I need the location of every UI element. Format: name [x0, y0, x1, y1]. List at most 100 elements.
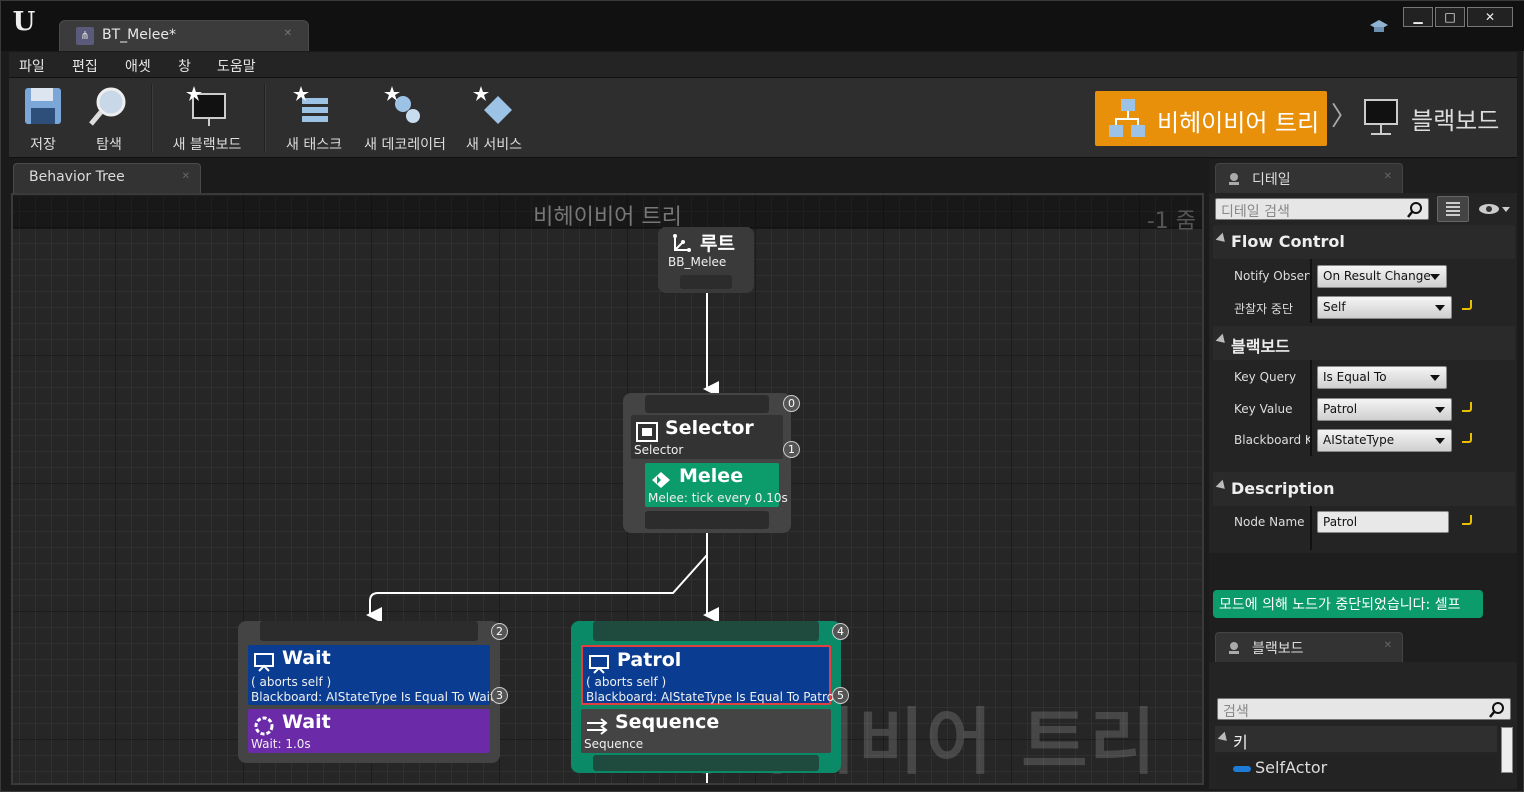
menu-edit[interactable]: 편집	[72, 56, 98, 76]
selector-output-pin[interactable]	[645, 511, 769, 529]
blackboard-key-row[interactable]: SelfActor	[1215, 755, 1497, 783]
patrol-decorator-aborts: ( aborts self )	[586, 675, 667, 689]
new-task-icon	[292, 84, 336, 128]
wait-decorator-title: Wait	[282, 647, 331, 669]
observer-aborts-dropdown[interactable]: Self	[1317, 296, 1452, 319]
mode-behavior-tree-button[interactable]: 비헤이비어 트리	[1095, 91, 1327, 146]
selector-node[interactable]: Selector Selector Melee Melee: tick ever…	[623, 393, 791, 533]
behavior-tree-mode-icon	[1107, 97, 1147, 141]
blackboard-search-input[interactable]: 검색	[1217, 698, 1511, 720]
mode-blackboard-label[interactable]: 블랙보드	[1411, 101, 1499, 136]
key-query-dropdown[interactable]: Is Equal To	[1317, 366, 1447, 389]
selector-input-pin[interactable]	[645, 395, 769, 413]
menu-window[interactable]: 창	[178, 56, 191, 76]
details-search-input[interactable]: 디테일 검색	[1215, 198, 1429, 220]
wait-decorator-card[interactable]: Wait ( aborts self ) Blackboard: AIState…	[248, 645, 495, 705]
notify-observer-label: Notify Observ	[1234, 269, 1310, 283]
maximize-button[interactable]: □	[1435, 7, 1465, 27]
melee-service-card[interactable]: Melee Melee: tick every 0.10s	[645, 463, 788, 507]
keys-header-row[interactable]: 키	[1215, 726, 1497, 752]
column-divider[interactable]	[1310, 506, 1312, 550]
save-button[interactable]: 저장	[17, 84, 69, 154]
close-tab-icon[interactable]: ✕	[284, 28, 292, 39]
close-tab-icon[interactable]: ✕	[1384, 640, 1392, 651]
blackboard-mode-icon[interactable]	[1359, 96, 1403, 136]
reset-to-default-icon[interactable]	[1462, 433, 1472, 443]
browse-button[interactable]: 탐색	[83, 84, 135, 154]
description-category[interactable]: Description	[1213, 472, 1515, 506]
blackboard-key-dropdown[interactable]: AIStateType	[1317, 429, 1452, 452]
menu-file[interactable]: 파일	[19, 56, 45, 76]
blackboard-tab-label: 블랙보드	[1252, 641, 1304, 657]
new-blackboard-icon	[185, 84, 229, 128]
wait-task-title: Wait	[282, 711, 331, 733]
wait-index-badge: 2	[491, 623, 508, 640]
column-divider[interactable]	[1310, 259, 1312, 323]
new-blackboard-button[interactable]: 새 블랙보드	[167, 84, 247, 154]
patrol-decorator-index-badge: 5	[832, 687, 849, 704]
graduation-cap-icon[interactable]	[1369, 19, 1389, 35]
notify-observer-dropdown[interactable]: On Result Change	[1317, 265, 1447, 288]
selector-subtitle: Selector	[634, 443, 684, 457]
save-icon	[21, 84, 65, 128]
column-divider[interactable]	[1310, 360, 1312, 456]
menu-asset[interactable]: 애셋	[125, 56, 151, 76]
minimize-button[interactable]: ▁	[1403, 7, 1433, 27]
menu-help[interactable]: 도움말	[217, 56, 256, 76]
mode-behavior-tree-label: 비헤이비어 트리	[1157, 109, 1320, 137]
wait-decorator-index-badge: 3	[491, 687, 508, 704]
new-task-button[interactable]: 새 태스크	[281, 84, 347, 154]
document-tab[interactable]: ⋔ BT_Melee* ✕	[59, 20, 309, 51]
patrol-decorator-card[interactable]: Patrol ( aborts self ) Blackboard: AISta…	[581, 645, 837, 705]
sequence-card[interactable]: Sequence Sequence	[581, 709, 831, 753]
view-options-button[interactable]	[1437, 196, 1469, 222]
chevron-down-icon	[1435, 438, 1445, 444]
node-name-field[interactable]: Patrol	[1317, 511, 1449, 533]
key-query-value: Is Equal To	[1323, 370, 1387, 384]
behavior-tree-graph[interactable]: 비헤이비어 트리 -1 줌 비헤이비어 트리 루트 BB_Melee Selec…	[11, 193, 1204, 785]
chevron-down-icon	[1430, 375, 1440, 381]
node-name-label: Node Name	[1234, 515, 1305, 529]
close-button[interactable]: ✕	[1467, 7, 1513, 27]
patrol-node[interactable]: Patrol ( aborts self ) Blackboard: AISta…	[571, 621, 841, 773]
behavior-tree-graph-tab[interactable]: Behavior Tree ✕	[13, 163, 201, 193]
patrol-decorator-condition: Blackboard: AIStateType Is Equal To Patr…	[586, 690, 838, 704]
reset-to-default-icon[interactable]	[1462, 300, 1472, 310]
blackboard-search-placeholder: 검색	[1223, 704, 1249, 720]
observer-aborts-value: Self	[1323, 300, 1346, 314]
blackboard-category[interactable]: 블랙보드	[1213, 326, 1515, 360]
selector-index-badge: 0	[783, 395, 800, 412]
wait-task-card[interactable]: Wait Wait: 1.0s	[248, 709, 490, 753]
reset-to-default-icon[interactable]	[1462, 402, 1472, 412]
close-tab-icon[interactable]: ✕	[1384, 171, 1392, 182]
patrol-input-pin[interactable]	[593, 621, 819, 641]
sequence-icon	[587, 718, 608, 735]
patrol-decorator-title: Patrol	[617, 649, 682, 671]
new-service-button[interactable]: 새 서비스	[463, 84, 525, 154]
key-value-dropdown[interactable]: Patrol	[1317, 398, 1452, 421]
wire-selector-wait	[366, 533, 708, 623]
search-icon	[1489, 702, 1504, 718]
close-tab-icon[interactable]: ✕	[182, 171, 190, 182]
blackboard-scrollbar[interactable]	[1501, 727, 1513, 773]
flow-control-category[interactable]: Flow Control	[1213, 225, 1515, 259]
right-panels: 디테일 ✕ 디테일 검색 Flow Control Notify Observ …	[1209, 159, 1517, 789]
key-query-label: Key Query	[1234, 370, 1297, 384]
root-node[interactable]: 루트 BB_Melee	[658, 227, 754, 293]
new-decorator-label: 새 데코레이터	[364, 137, 446, 153]
blackboard-icon	[1229, 642, 1239, 654]
wait-input-pin[interactable]	[260, 621, 478, 641]
blackboard-key-label: Blackboard K	[1234, 433, 1310, 447]
patrol-output-pin[interactable]	[593, 755, 819, 771]
wait-node[interactable]: Wait ( aborts self ) Blackboard: AIState…	[238, 621, 500, 763]
blackboard-tab[interactable]: 블랙보드 ✕	[1215, 632, 1403, 662]
key-value-label: Key Value	[1234, 402, 1293, 416]
selector-icon	[636, 422, 658, 442]
observer-aborts-label: 관찰자 중단	[1234, 302, 1294, 316]
details-tab[interactable]: 디테일 ✕	[1215, 163, 1403, 193]
keys-header: 키	[1233, 733, 1248, 752]
visibility-filter-button[interactable]	[1477, 201, 1511, 217]
new-decorator-button[interactable]: 새 데코레이터	[359, 84, 451, 154]
root-output-pin[interactable]	[680, 275, 732, 289]
reset-to-default-icon[interactable]	[1462, 515, 1472, 525]
